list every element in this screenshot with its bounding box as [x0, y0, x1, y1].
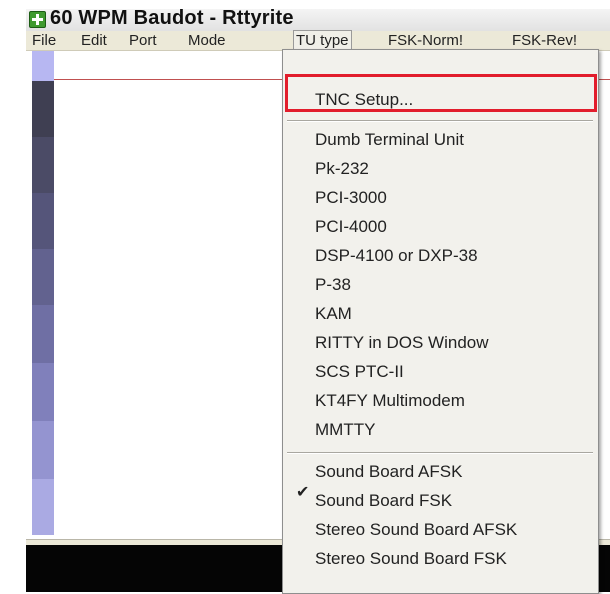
title-bar[interactable]: 60 WPM Baudot - Rttyrite: [26, 7, 610, 31]
highlight-box: [285, 74, 597, 112]
sidebar-segment: [32, 249, 54, 305]
menu-separator: [287, 120, 593, 122]
menu-item-pk232[interactable]: Pk-232: [315, 159, 369, 179]
menu-mode[interactable]: Mode: [188, 31, 226, 50]
menu-edit[interactable]: Edit: [81, 31, 107, 50]
menu-item-kam[interactable]: KAM: [315, 304, 352, 324]
menu-bar: File Edit Port Mode TU type FSK-Norm! FS…: [26, 30, 610, 51]
menu-item-dumb-terminal[interactable]: Dumb Terminal Unit: [315, 130, 464, 150]
menu-item-stereo-afsk[interactable]: Stereo Sound Board AFSK: [315, 520, 517, 540]
menu-item-ritty-dos[interactable]: RITTY in DOS Window: [315, 333, 489, 353]
sidebar-segment: [32, 51, 54, 81]
window-title: 60 WPM Baudot - Rttyrite: [50, 7, 294, 29]
sidebar-segment: [32, 363, 54, 421]
sidebar-segment: [32, 81, 54, 137]
menu-item-scs-ptc[interactable]: SCS PTC-II: [315, 362, 404, 382]
app-icon[interactable]: [29, 11, 46, 28]
menu-item-sound-afsk[interactable]: Sound Board AFSK: [315, 462, 462, 482]
checkmark-icon: ✔: [296, 484, 310, 501]
sidebar-segment: [32, 137, 54, 193]
menu-item-pci4000[interactable]: PCI-4000: [315, 217, 387, 237]
menu-item-kt4fy[interactable]: KT4FY Multimodem: [315, 391, 465, 411]
menu-tu-type[interactable]: TU type: [293, 30, 352, 51]
sidebar-segment: [32, 421, 54, 479]
menu-item-stereo-fsk[interactable]: Stereo Sound Board FSK: [315, 549, 507, 569]
menu-item-mmtty[interactable]: MMTTY: [315, 420, 375, 440]
menu-fsk-rev[interactable]: FSK-Rev!: [512, 31, 577, 50]
menu-separator: [287, 452, 593, 454]
menu-item-pci3000[interactable]: PCI-3000: [315, 188, 387, 208]
menu-item-p38[interactable]: P-38: [315, 275, 351, 295]
tu-type-dropdown: TNC Setup... Dumb Terminal Unit Pk-232 P…: [282, 49, 599, 594]
sidebar-segment: [32, 305, 54, 363]
menu-item-sound-fsk[interactable]: Sound Board FSK: [315, 491, 452, 511]
menu-file[interactable]: File: [32, 31, 56, 50]
menu-fsk-norm[interactable]: FSK-Norm!: [388, 31, 463, 50]
sidebar-segment: [32, 479, 54, 535]
menu-port[interactable]: Port: [129, 31, 157, 50]
sidebar-segment: [32, 193, 54, 249]
menu-item-dsp4100[interactable]: DSP-4100 or DXP-38: [315, 246, 478, 266]
signal-sidebar: [32, 51, 54, 539]
